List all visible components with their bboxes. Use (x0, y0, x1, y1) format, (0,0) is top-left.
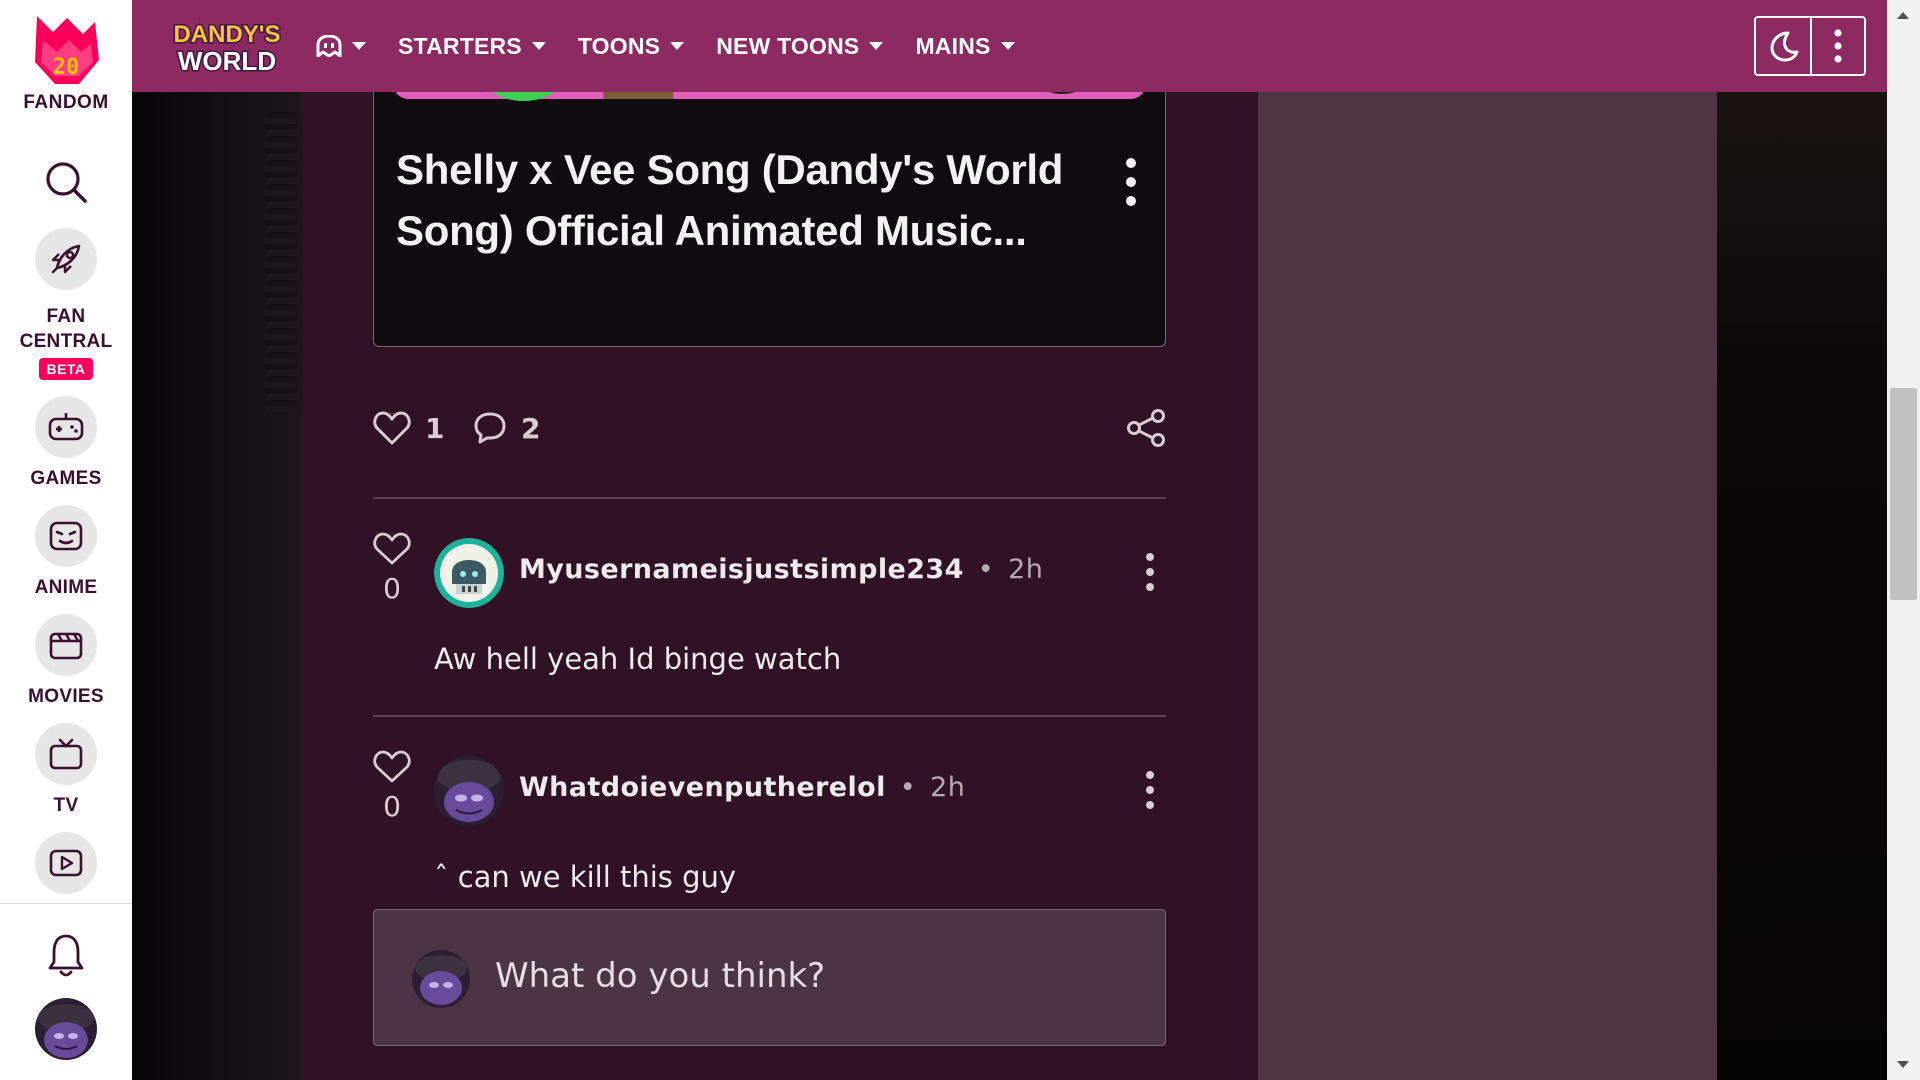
user-avatar-button[interactable] (35, 998, 97, 1060)
reply-input[interactable]: What do you think? (373, 909, 1166, 1046)
comment-count: 2 (521, 411, 541, 445)
right-rail (1258, 92, 1717, 1080)
comment-like-button[interactable]: 0 (373, 532, 411, 605)
gnav-item-anime[interactable]: ANIME (0, 505, 132, 600)
comment-text: Aw hell yeah Id binge watch (434, 642, 842, 676)
page-scrollbar[interactable] (1887, 0, 1920, 1080)
global-nav: 20 FANDOM FAN CENTRAL BETA GAMES ANIME MO… (0, 0, 132, 1080)
heart-icon (373, 750, 411, 783)
comment-bubble-icon (474, 412, 506, 444)
scroll-thumb[interactable] (1890, 388, 1917, 600)
gnav-item-games[interactable]: GAMES (0, 396, 132, 491)
divider (373, 715, 1166, 717)
gnav-item-fan-central[interactable]: FAN CENTRAL BETA (0, 228, 132, 380)
wiki-ghost-icon (316, 35, 342, 57)
main-content: Shelly x Vee Song (Dandy's World Song) O… (302, 0, 1258, 1080)
svg-text:20: 20 (53, 55, 80, 80)
gnav-label: FAN CENTRAL (19, 306, 113, 352)
gnav-item-tv[interactable]: TV (0, 723, 132, 818)
heart-icon (373, 411, 411, 445)
nav-item-new-toons[interactable]: NEW TOONS (716, 33, 884, 60)
scroll-up-arrow[interactable] (1897, 12, 1909, 19)
theme-toggle-button[interactable] (1756, 18, 1810, 74)
comment-author: Whatdoievenputherelol • 2h (519, 772, 965, 803)
fandom-logo[interactable]: 20 FANDOM (0, 14, 132, 114)
more-options-icon[interactable] (1144, 770, 1156, 810)
heart-icon (373, 532, 411, 565)
search-icon (46, 162, 87, 203)
share-icon[interactable] (1126, 408, 1166, 448)
svg-text:WORLD: WORLD (178, 46, 276, 76)
notifications-button[interactable] (44, 932, 88, 980)
gnav-item-movies[interactable]: MOVIES (0, 614, 132, 709)
clapperboard-icon (35, 614, 97, 676)
more-options-icon (1834, 29, 1842, 63)
video-title[interactable]: Shelly x Vee Song (Dandy's World Song) O… (396, 139, 1096, 261)
nav-item-toons[interactable]: TOONS (578, 33, 685, 60)
chevron-down-icon (352, 42, 366, 50)
comment-like-count: 0 (383, 790, 401, 823)
reply-placeholder: What do you think? (495, 956, 826, 996)
comment-like-count: 0 (383, 572, 401, 605)
gnav-label: MOVIES (28, 686, 104, 707)
comment-author-name[interactable]: Myusernameisjustsimple234 (519, 554, 964, 585)
chevron-down-icon (869, 42, 884, 50)
reply-avatar (412, 950, 470, 1008)
more-menu-button[interactable] (1810, 18, 1864, 74)
chevron-down-icon (531, 42, 546, 50)
gnav-label: ANIME (34, 577, 98, 598)
wiki-logo[interactable]: DANDY'S WORLD (162, 16, 292, 77)
divider (373, 497, 1166, 499)
avatar (434, 756, 504, 826)
page-background-left (132, 92, 302, 1080)
more-options-icon[interactable] (1144, 552, 1156, 592)
post-reactions: 1 2 (373, 404, 1166, 452)
background-building (267, 112, 297, 412)
rocket-icon (35, 228, 97, 290)
avatar (412, 950, 470, 1008)
header-actions (1754, 16, 1866, 76)
like-count: 1 (425, 411, 445, 445)
fandom-wordmark: FANDOM (23, 92, 109, 113)
comment-timestamp: 2h (1008, 554, 1044, 585)
svg-text:DANDY'S: DANDY'S (173, 21, 280, 48)
beta-badge: BETA (39, 358, 93, 380)
comment-like-button[interactable]: 0 (373, 750, 411, 823)
more-options-icon[interactable] (1125, 157, 1137, 207)
comment-timestamp: 2h (930, 772, 966, 803)
comment-button[interactable]: 2 (473, 404, 540, 452)
avatar (434, 538, 504, 608)
gamepad-icon (35, 396, 97, 458)
anime-face-icon (35, 505, 97, 567)
avatar (35, 998, 97, 1060)
comment-text: ˆ can we kill this guy (434, 860, 737, 894)
comment-author-name[interactable]: Whatdoievenputherelol (519, 772, 886, 803)
comment-avatar[interactable] (434, 756, 504, 826)
comment-avatar[interactable] (434, 538, 504, 608)
comment-author: Myusernameisjustsimple234 • 2h (519, 554, 1043, 585)
fandom-heart-icon: 20 (35, 16, 99, 84)
nav-item-mains[interactable]: MAINS (915, 33, 1015, 60)
nav-item-wiki-home[interactable] (316, 35, 366, 57)
gnav-label: TV (53, 795, 79, 816)
nav-item-starters[interactable]: STARTERS (398, 33, 546, 60)
separator-dot: • (977, 554, 995, 585)
chevron-down-icon (1000, 42, 1015, 50)
gnav-item-video[interactable] (0, 832, 132, 894)
gnav-bottom (0, 903, 132, 1080)
chevron-down-icon (670, 42, 685, 50)
gnav-label: GAMES (30, 468, 102, 489)
scroll-down-arrow[interactable] (1897, 1061, 1909, 1068)
moon-icon (1770, 31, 1799, 62)
television-icon (35, 723, 97, 785)
wiki-nav: STARTERS TOONS NEW TOONS MAINS (316, 0, 1047, 92)
video-play-icon (35, 832, 97, 894)
bell-icon (48, 934, 84, 977)
wiki-header: DANDY'S WORLD STARTERS TOONS NEW TOONS M… (132, 0, 1887, 92)
page-background-right (1717, 92, 1887, 1080)
search-button[interactable] (44, 160, 88, 204)
like-button[interactable]: 1 (373, 404, 444, 452)
separator-dot: • (899, 772, 917, 803)
